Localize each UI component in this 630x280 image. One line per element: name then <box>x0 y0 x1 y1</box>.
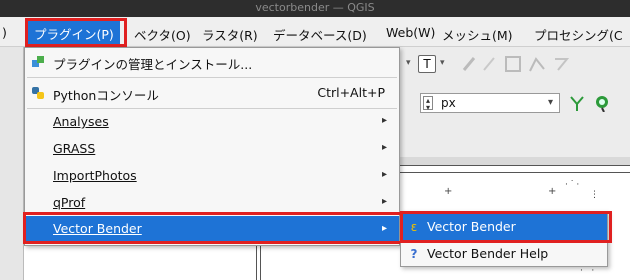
window-title: vectorbender — QGIS <box>255 1 375 14</box>
spin-icon[interactable]: ▴ ▾ <box>423 96 433 112</box>
menu-vector[interactable]: ベクタ(O) <box>134 25 191 44</box>
text-tool-icon[interactable]: T <box>418 55 436 73</box>
menu-item-prev[interactable]: ) <box>2 25 7 40</box>
vertex-tool-icon[interactable] <box>528 55 546 73</box>
chevron-down-icon[interactable]: ▾ <box>548 97 553 108</box>
edit-pencil-2-icon[interactable] <box>480 55 498 73</box>
chevron-right-icon: ▸ <box>381 115 387 126</box>
chevron-right-icon: ▸ <box>381 223 387 234</box>
save-icon[interactable] <box>504 55 522 73</box>
unit-combo[interactable]: ▴ ▾ px ▾ <box>420 93 560 113</box>
edit-pencil-icon[interactable] <box>460 55 478 73</box>
left-panel-strip <box>0 47 24 280</box>
chevron-right-icon: ▸ <box>381 196 387 207</box>
chevron-right-icon: ▸ <box>381 142 387 153</box>
vector-bender-submenu: ɛ Vector Bender ? Vector Bender Help <box>400 211 608 267</box>
menu-item-label: Vector Bender <box>53 221 142 236</box>
submenu-item-label: Vector Bender Help <box>427 246 549 261</box>
menu-bar: ) プラグイン(P) ベクタ(O) ラスタ(R) データベース(D) Web(W… <box>0 17 630 47</box>
menu-item-manage-plugins[interactable]: プラグインの管理とインストール... <box>25 50 399 74</box>
menu-plugins[interactable]: プラグイン(P) <box>28 20 120 45</box>
dropdown-arrow-icon[interactable]: ▾ <box>440 58 445 68</box>
cross-marker-icon: + <box>444 186 453 197</box>
menu-item-label: Analyses <box>53 114 109 129</box>
canvas-frame-line <box>400 172 630 173</box>
digitize-icon[interactable] <box>552 55 570 73</box>
submenu-item-vector-bender[interactable]: ɛ Vector Bender <box>401 214 607 240</box>
node-tool-icon[interactable] <box>592 94 616 113</box>
vector-bender-icon: ɛ <box>410 220 418 234</box>
menu-item-analyses[interactable]: Analyses ▸ <box>25 110 399 134</box>
menu-item-qprof[interactable]: qProf ▸ <box>25 191 399 215</box>
menu-separator <box>27 108 397 109</box>
y-tool-icon[interactable] <box>568 94 586 112</box>
point-dots-icon: ⋮ <box>590 190 599 200</box>
menu-item-vector-bender[interactable]: Vector Bender ▸ <box>25 216 399 242</box>
menu-item-grass[interactable]: GRASS ▸ <box>25 137 399 161</box>
puzzle-icon <box>31 55 45 69</box>
submenu-item-vector-bender-help[interactable]: ? Vector Bender Help <box>401 241 607 267</box>
point-dots-icon: ·˙· <box>565 180 582 190</box>
unit-value: px <box>441 96 456 110</box>
menu-item-importphotos[interactable]: ImportPhotos ▸ <box>25 164 399 188</box>
menu-raster[interactable]: ラスタ(R) <box>202 25 258 44</box>
chevron-right-icon: ▸ <box>381 169 387 180</box>
title-bar: vectorbender — QGIS <box>0 0 630 17</box>
menu-item-label: qProf <box>53 195 86 210</box>
menu-mesh[interactable]: メッシュ(M) <box>442 25 513 44</box>
submenu-item-label: Vector Bender <box>427 219 516 234</box>
menu-separator <box>27 77 397 78</box>
menu-item-python-console[interactable]: Pythonコンソール Ctrl+Alt+P <box>25 81 399 105</box>
plugins-dropdown-menu: プラグインの管理とインストール... Pythonコンソール Ctrl+Alt+… <box>24 47 400 246</box>
dropdown-arrow-icon[interactable]: ▾ <box>406 58 411 68</box>
menu-item-label: GRASS <box>53 141 96 156</box>
toolbar-row-1: ▾ T ▾ <box>400 52 630 78</box>
menu-processing[interactable]: プロセシング(C <box>534 25 623 44</box>
help-icon: ? <box>410 247 418 261</box>
menu-item-shortcut: Ctrl+Alt+P <box>317 85 385 100</box>
python-icon <box>31 86 45 100</box>
menu-item-label: プラグインの管理とインストール... <box>53 57 253 72</box>
menu-item-label: Pythonコンソール <box>53 88 159 103</box>
menu-web[interactable]: Web(W) <box>386 25 435 40</box>
point-dots-icon: ·˙· <box>580 266 597 276</box>
menu-item-label: ImportPhotos <box>53 168 137 183</box>
menu-database[interactable]: データベース(D) <box>273 25 367 44</box>
cross-marker-icon: + <box>548 186 557 197</box>
